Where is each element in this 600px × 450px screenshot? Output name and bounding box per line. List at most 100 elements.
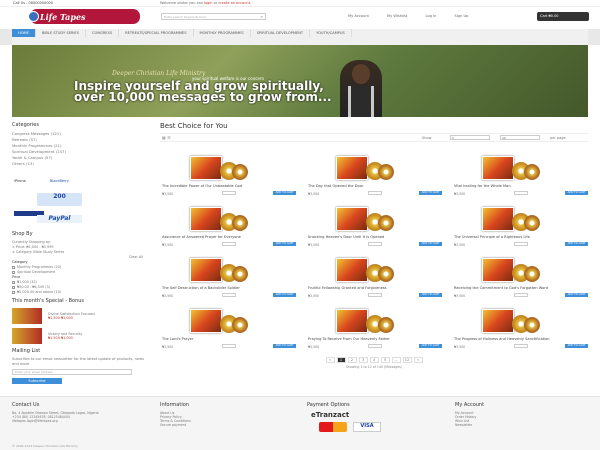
- search-icon[interactable]: ⌕: [261, 14, 263, 19]
- wishlist-link[interactable]: My Wishlist: [387, 14, 407, 18]
- limit-select[interactable]: 12: [500, 135, 540, 140]
- search-input[interactable]: Enter search keywords here ⌕: [161, 13, 266, 20]
- product-image[interactable]: [468, 203, 550, 234]
- product-title[interactable]: Knocking Heaven's Door Until It Is Opene…: [308, 235, 438, 239]
- nav-bible-study[interactable]: Bible Study Series: [36, 29, 86, 37]
- product-card[interactable]: Receiving the Commitment to God's Forgot…: [452, 254, 588, 300]
- product-image[interactable]: [176, 305, 258, 336]
- special-item-image[interactable]: [12, 308, 42, 324]
- cart-button[interactable]: Cart ₦0.00: [537, 12, 589, 21]
- add-to-cart-button[interactable]: ADD TO CART: [273, 191, 296, 195]
- product-title[interactable]: The Lord's Prayer: [162, 337, 292, 341]
- product-image[interactable]: [468, 254, 550, 285]
- page-link[interactable]: 12: [402, 357, 412, 363]
- product-title[interactable]: The Day that Opened the Door: [308, 184, 438, 188]
- email-link[interactable]: lifetapes.login@lifetapes.org: [12, 419, 152, 423]
- email-input[interactable]: Enter your email address: [12, 369, 132, 375]
- product-image[interactable]: [468, 152, 550, 183]
- product-image[interactable]: [468, 305, 550, 336]
- add-to-cart-button[interactable]: ADD TO CART: [565, 344, 588, 348]
- page-link[interactable]: 2: [347, 357, 357, 363]
- hero-banner[interactable]: Deeper Christian Life Ministry your spir…: [12, 45, 588, 117]
- quantity-input[interactable]: [514, 191, 528, 195]
- product-image[interactable]: [176, 254, 258, 285]
- page-link[interactable]: 1: [336, 357, 346, 363]
- product-card[interactable]: Knocking Heaven's Door Until It Is Opene…: [306, 203, 442, 249]
- sort-select[interactable]: 1: [450, 135, 490, 140]
- quantity-input[interactable]: [368, 293, 382, 297]
- product-title[interactable]: Receiving the Commitment to God's Forgot…: [454, 286, 584, 290]
- product-card[interactable]: The Incredible Power of Our Unbeatable G…: [160, 152, 296, 198]
- add-to-cart-button[interactable]: ADD TO CART: [273, 293, 296, 297]
- product-image[interactable]: [322, 305, 404, 336]
- price-checkbox[interactable]: ₦5,000.00 and above (10): [12, 290, 147, 295]
- view-toggle[interactable]: ▦ ☰: [162, 135, 171, 140]
- product-title[interactable]: The Incredible Power of Our Unbeatable G…: [162, 184, 292, 188]
- add-to-cart-button[interactable]: ADD TO CART: [565, 293, 588, 297]
- nav-home[interactable]: Home: [12, 29, 36, 37]
- subscribe-button[interactable]: Subscribe: [12, 378, 62, 384]
- product-card[interactable]: The Lord's Prayer ₦3,500 ADD TO CART: [160, 305, 296, 351]
- footer-link[interactable]: Secure payment: [160, 423, 290, 427]
- login-link[interactable]: login: [204, 1, 213, 5]
- quantity-input[interactable]: [368, 344, 382, 348]
- footer-link[interactable]: Newsletter: [455, 423, 585, 427]
- quantity-input[interactable]: [222, 344, 236, 348]
- product-title[interactable]: The Universal Principle of a Righteous L…: [454, 235, 584, 239]
- quantity-input[interactable]: [222, 293, 236, 297]
- product-title[interactable]: The Self Destruction of a Backslider Sol…: [162, 286, 292, 290]
- product-title[interactable]: Vital healing for the Whole Man: [454, 184, 584, 188]
- product-image[interactable]: [322, 203, 404, 234]
- page-link[interactable]: 4: [369, 357, 379, 363]
- product-card[interactable]: The Progress of Holiness and Heavenly Sa…: [452, 305, 588, 351]
- product-title[interactable]: Praying To Receive From Our Heavenly Fat…: [308, 337, 438, 341]
- special-item-image[interactable]: [12, 328, 42, 344]
- product-card[interactable]: Assurance of Answered Prayer for Everyon…: [160, 203, 296, 249]
- quantity-input[interactable]: [222, 191, 236, 195]
- nav-monthly[interactable]: Monthly Programmes: [194, 29, 251, 37]
- login-link-header[interactable]: Log In: [425, 14, 436, 18]
- add-to-cart-button[interactable]: ADD TO CART: [565, 242, 588, 246]
- nav-youth[interactable]: Youth/Campus: [310, 29, 352, 37]
- product-image[interactable]: [322, 152, 404, 183]
- quantity-input[interactable]: [514, 242, 528, 246]
- add-to-cart-button[interactable]: ADD TO CART: [273, 242, 296, 246]
- add-to-cart-button[interactable]: ADD TO CART: [419, 344, 442, 348]
- product-image[interactable]: [322, 254, 404, 285]
- product-card[interactable]: Praying To Receive From Our Heavenly Fat…: [306, 305, 442, 351]
- product-title[interactable]: Fruitful Fellowship Granted and Forgiven…: [308, 286, 438, 290]
- add-to-cart-button[interactable]: ADD TO CART: [565, 191, 588, 195]
- add-to-cart-button[interactable]: ADD TO CART: [419, 242, 442, 246]
- page-link[interactable]: 3: [358, 357, 368, 363]
- product-card[interactable]: The Day that Opened the Door ₦3,500 ADD TO…: [306, 152, 442, 198]
- product-title[interactable]: The Progress of Holiness and Heavenly Sa…: [454, 337, 584, 341]
- special-item[interactable]: Victory and Security ₦1,500 ₦1,000: [12, 328, 147, 344]
- quantity-input[interactable]: [514, 293, 528, 297]
- my-account-link[interactable]: My Account: [348, 14, 369, 18]
- add-to-cart-button[interactable]: ADD TO CART: [419, 293, 442, 297]
- special-item[interactable]: Divine Satisfaction Focused ₦1,500 ₦1,000: [12, 308, 147, 324]
- product-card[interactable]: The Universal Principle of a Righteous L…: [452, 203, 588, 249]
- product-image[interactable]: [176, 203, 258, 234]
- product-image[interactable]: [176, 152, 258, 183]
- signup-link[interactable]: Sign Up: [455, 14, 469, 18]
- add-to-cart-button[interactable]: ADD TO CART: [273, 344, 296, 348]
- page-link[interactable]: »: [413, 357, 423, 363]
- page-link[interactable]: «: [325, 357, 335, 363]
- product-card[interactable]: Vital healing for the Whole Man ₦3,500 ADD…: [452, 152, 588, 198]
- product-card[interactable]: Fruitful Fellowship Granted and Forgiven…: [306, 254, 442, 300]
- create-account-link[interactable]: create an account.: [218, 1, 251, 5]
- product-card[interactable]: The Self Destruction of a Backslider Sol…: [160, 254, 296, 300]
- nav-spiritual[interactable]: Spiritual Development: [251, 29, 311, 37]
- add-to-cart-button[interactable]: ADD TO CART: [419, 191, 442, 195]
- category-link[interactable]: Others (13): [12, 161, 147, 167]
- page-link[interactable]: ...: [391, 357, 401, 363]
- nav-congress[interactable]: Congress: [86, 29, 120, 37]
- product-title[interactable]: Assurance of Answered Prayer for Everyon…: [162, 235, 292, 239]
- quantity-input[interactable]: [368, 191, 382, 195]
- nav-retreats[interactable]: Retreats/Special Programmes: [119, 29, 194, 37]
- page-link[interactable]: 5: [380, 357, 390, 363]
- quantity-input[interactable]: [222, 242, 236, 246]
- quantity-input[interactable]: [514, 344, 528, 348]
- site-logo[interactable]: Life Tapes: [28, 9, 140, 24]
